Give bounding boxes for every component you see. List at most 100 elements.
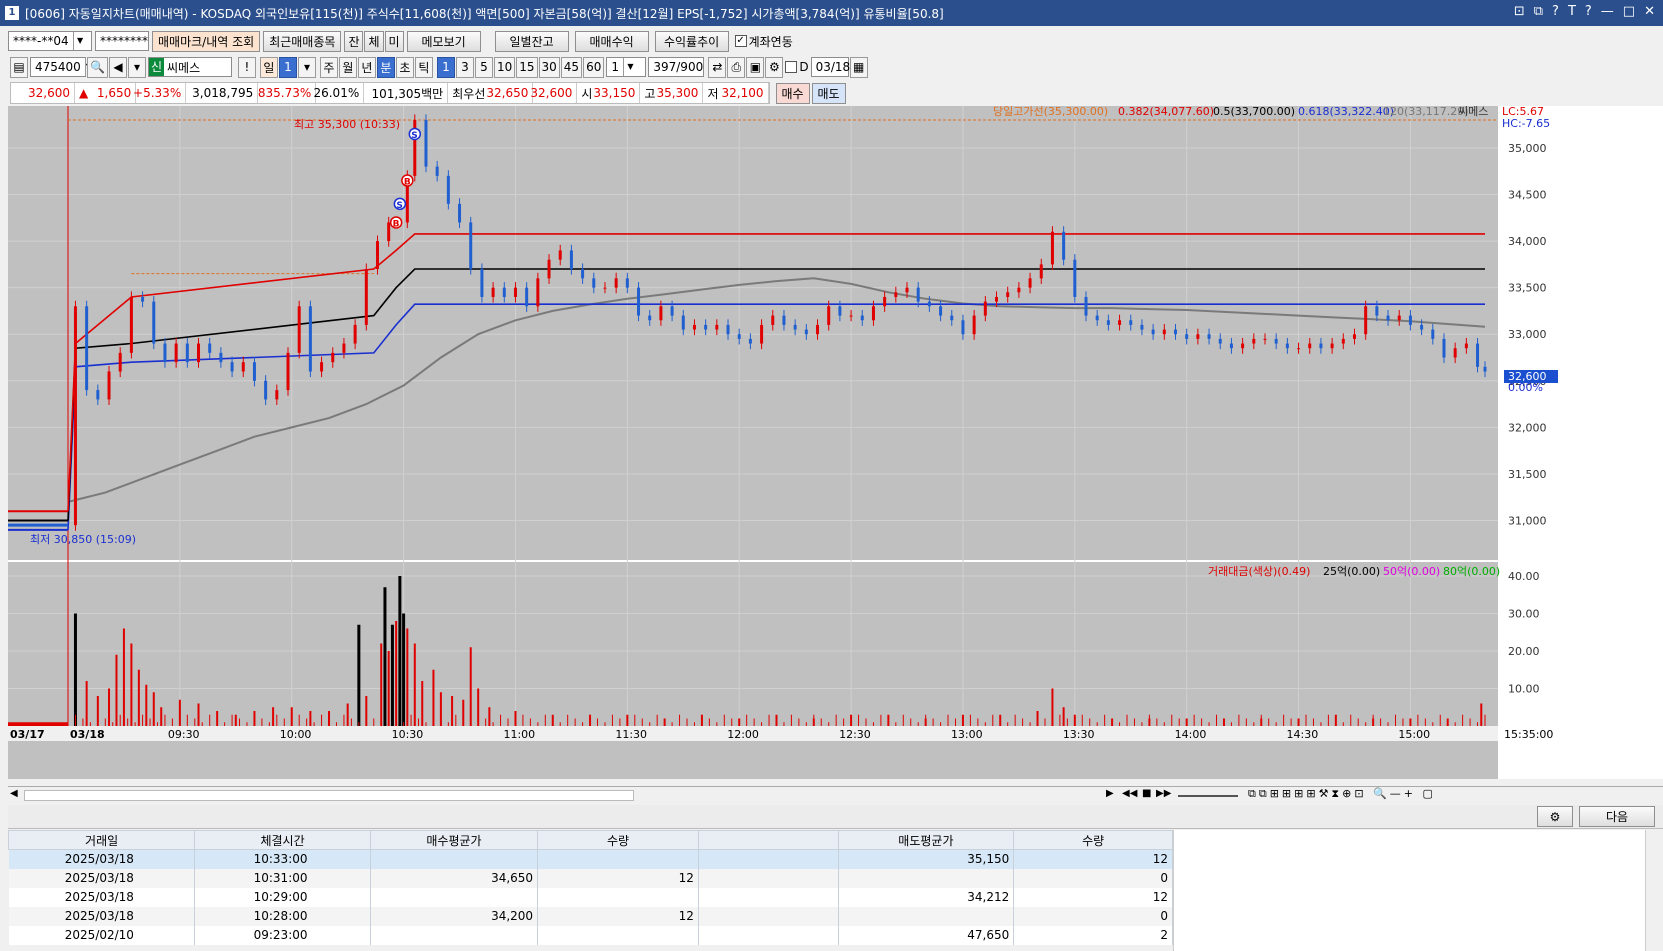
period-second-button[interactable]: 초 (395, 56, 414, 78)
header-sell-avg[interactable]: 매도평균가 (837, 830, 1015, 850)
close-button[interactable]: ✕ (1644, 4, 1655, 19)
period-year-button[interactable]: 년 (357, 56, 376, 78)
balance-button[interactable]: 잔 (344, 30, 364, 52)
table-row[interactable]: 2025/03/18 10:29:00 34,212 12 (8, 887, 1173, 907)
chevron-down-icon[interactable]: ▾ (297, 56, 316, 78)
interval-60-button[interactable]: 60 (583, 56, 605, 78)
print-icon[interactable]: ⎙ (727, 56, 746, 78)
period-tick-button[interactable]: 틱 (414, 56, 433, 78)
period-week-button[interactable]: 주 (319, 56, 338, 78)
search-icon[interactable]: 🔍 (87, 56, 108, 78)
window-help-icon[interactable]: ? (1552, 4, 1559, 19)
best-ask: 32,650 (486, 83, 534, 103)
volume: 3,018,795 (186, 83, 259, 103)
table-row[interactable]: 2025/03/18 10:33:00 35,150 12 (8, 849, 1173, 869)
password-field[interactable]: ******** (95, 31, 149, 51)
account-select[interactable]: ****-**04 ▼ (8, 31, 92, 51)
header-buy-avg[interactable]: 매수평균가 (369, 830, 539, 850)
unfilled-button[interactable]: 미 (384, 30, 404, 52)
compare-icon[interactable]: ⇄ (708, 56, 727, 78)
header-exec-time[interactable]: 체결시간 (194, 830, 371, 850)
period-day-button[interactable]: 일 (259, 56, 278, 78)
maximize-button[interactable]: □ (1623, 4, 1635, 19)
interval-15-button[interactable]: 15 (516, 56, 538, 78)
table-row[interactable]: 2025/03/18 10:28:00 34,200 12 0 (8, 906, 1173, 926)
stop-icon[interactable]: ■ (1142, 788, 1151, 799)
trade-profit-button[interactable]: 매매수익 (574, 30, 649, 52)
volume-bar-small (746, 714, 748, 726)
window-info-icon[interactable]: ? (1585, 4, 1592, 19)
stock-code-field[interactable]: 475400▼ (30, 57, 92, 77)
sell-button[interactable]: 매도 (811, 82, 846, 104)
zoom-slider[interactable] (1178, 795, 1238, 797)
interval-select[interactable]: 1 ▼ (606, 57, 647, 77)
window-font-icon[interactable]: T (1568, 4, 1576, 19)
daily-balance-button[interactable]: 일별잔고 (494, 30, 569, 52)
header-trade-date[interactable]: 거래일 (7, 830, 196, 850)
recent-trades-button[interactable]: 최근매매종목 (263, 30, 342, 52)
fast-forward-icon[interactable]: ▶▶ (1156, 788, 1171, 799)
trade-mark-query-button[interactable]: 매매마크/내역 조회 (152, 30, 261, 52)
interval-30-button[interactable]: 30 (538, 56, 560, 78)
volume-bar-small (268, 722, 270, 726)
gear-icon[interactable]: ⚙ (765, 56, 784, 78)
checkbox-icon[interactable] (785, 61, 798, 73)
header-sell-qty[interactable]: 수량 (1013, 830, 1173, 850)
chart-type-icon[interactable]: ▤ (10, 56, 28, 78)
account-link-checkbox[interactable]: ✓ 계좌연동 (734, 33, 793, 50)
gear-icon[interactable]: ⚙ (1537, 806, 1573, 827)
save-icon[interactable]: ▣ (746, 56, 765, 78)
period-minute-button[interactable]: 분 (376, 56, 395, 78)
table-cell: 2025/02/10 (8, 925, 196, 945)
window-copy-icon[interactable]: ⧉ (1534, 4, 1543, 19)
volume-bar-small (1171, 714, 1173, 726)
speaker-icon[interactable]: ◀ (108, 56, 127, 78)
chevron-down-icon[interactable]: ▾ (127, 56, 146, 78)
scroll-thumb[interactable] (24, 790, 634, 801)
buy-button[interactable]: 매수 (775, 82, 810, 104)
period-count-button[interactable]: 1 (278, 56, 297, 78)
stock-name-field[interactable]: 신 씨메스 (147, 57, 232, 77)
minimize-button[interactable]: — (1601, 4, 1614, 19)
chart-area[interactable]: BSBS 35,00034,50034,00033,50033,00032,50… (8, 104, 1663, 785)
volume-bar (272, 707, 275, 726)
data-count-field[interactable]: 397/900 (648, 57, 705, 77)
memo-button[interactable]: 메모보기 (406, 30, 481, 52)
open-price: 33,150 (593, 83, 641, 103)
scroll-right-icon[interactable]: ▶ (1106, 788, 1114, 799)
profit-trend-button[interactable]: 수익률추이 (654, 30, 729, 52)
candle-body (364, 269, 368, 325)
table-row[interactable]: 2025/03/18 10:31:00 34,650 12 0 (8, 868, 1173, 888)
table-row[interactable]: 2025/02/10 09:23:00 47,650 2 (8, 925, 1173, 945)
date-field[interactable]: 03/18 (810, 57, 850, 77)
header-buy-qty[interactable]: 수량 (537, 830, 699, 850)
period-month-button[interactable]: 월 (338, 56, 357, 78)
interval-1-button[interactable]: 1 (436, 56, 455, 78)
x-tick-label: 03/17 (10, 728, 45, 741)
window-number-badge[interactable]: 1 (5, 6, 19, 20)
calendar-icon[interactable]: ▦ (849, 56, 868, 78)
table-scrollbar[interactable] (1645, 830, 1663, 951)
scroll-left-icon[interactable]: ◀ (10, 788, 18, 799)
chevron-down-icon[interactable]: ▼ (72, 32, 87, 50)
volume-bar-small (611, 714, 613, 726)
next-page-button[interactable]: 다음 (1579, 806, 1655, 827)
x-tick-label: 15:35:00 (1504, 728, 1553, 741)
table-cell (370, 887, 539, 907)
price-chart-svg[interactable]: BSBS 35,00034,50034,00033,50033,00032,50… (8, 104, 1663, 785)
interval-3-button[interactable]: 3 (455, 56, 474, 78)
window-pin-icon[interactable]: ⊡ (1514, 4, 1525, 19)
alert-button[interactable]: ! (237, 56, 256, 78)
interval-45-button[interactable]: 45 (560, 56, 583, 78)
checkmark-icon[interactable]: ✓ (734, 35, 747, 47)
chart-tool-icons[interactable]: ⧉⧉⊞⊞⊞⊞⚒⧗⊕⊡ 🔍—+ ▢ (1248, 787, 1436, 801)
volume-bar-large (357, 624, 361, 726)
date-checkbox[interactable]: D (785, 60, 809, 74)
chevron-down-icon[interactable]: ▼ (623, 58, 637, 76)
rewind-icon[interactable]: ◀◀ (1122, 788, 1137, 799)
chart-scrollbar[interactable]: ◀ ▶ ◀◀ ■ ▶▶ ⧉⧉⊞⊞⊞⊞⚒⧗⊕⊡ 🔍—+ ▢ (8, 786, 1663, 804)
candle-body (1476, 343, 1480, 367)
interval-10-button[interactable]: 10 (493, 56, 516, 78)
interval-5-button[interactable]: 5 (474, 56, 493, 78)
executed-button[interactable]: 체 (364, 30, 384, 52)
